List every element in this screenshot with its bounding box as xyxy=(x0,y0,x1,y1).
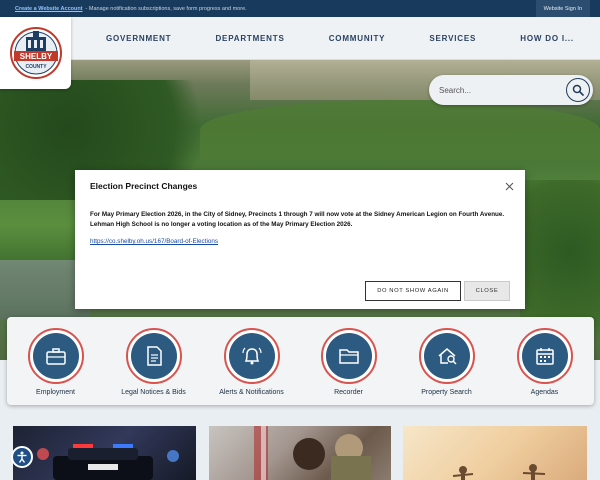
quick-link-badge xyxy=(223,328,280,384)
accessibility-button[interactable] xyxy=(11,446,33,468)
quick-link-label: Recorder xyxy=(334,389,363,396)
hero-hill xyxy=(200,100,600,160)
modal-close-button[interactable] xyxy=(503,180,515,192)
quick-link-badge xyxy=(516,328,573,384)
document-icon xyxy=(146,346,162,366)
close-icon xyxy=(505,182,513,190)
search-icon xyxy=(572,84,584,96)
house-search-icon xyxy=(438,348,457,365)
logo-text-shelby: SHELBY xyxy=(19,52,52,61)
quick-link-property-search[interactable]: Property Search xyxy=(398,317,495,405)
board-of-elections-link[interactable]: https://co.shelby.oh.us/167/Board-of-Ele… xyxy=(90,238,218,245)
create-account-link[interactable]: Create a Website Account xyxy=(15,6,83,12)
quick-link-badge xyxy=(320,328,377,384)
briefcase-icon xyxy=(45,348,66,365)
news-card-veterans[interactable] xyxy=(209,426,391,480)
bell-icon xyxy=(241,347,262,365)
nav-item-departments[interactable]: DEPARTMENTS xyxy=(215,34,284,43)
outdoor-activity-image xyxy=(452,464,546,480)
quick-link-legal-notices[interactable]: Legal Notices & Bids xyxy=(105,317,202,405)
logo-text-county: COUNTY xyxy=(25,64,47,70)
quick-link-icon-bg xyxy=(423,333,470,379)
quick-link-icon-bg xyxy=(130,333,177,379)
quick-link-agendas[interactable]: Agendas xyxy=(496,317,593,405)
police-car-image xyxy=(37,444,179,480)
search-button[interactable] xyxy=(566,78,590,102)
shelby-county-seal-icon: SHELBY COUNTY xyxy=(9,27,62,79)
accessibility-icon xyxy=(17,451,27,463)
website-sign-in-button[interactable]: Website Sign In xyxy=(535,0,590,17)
news-card-police[interactable] xyxy=(13,426,196,480)
election-alert-modal: Election Precinct Changes For May Primar… xyxy=(75,170,525,309)
nav-item-services[interactable]: SERVICES xyxy=(429,34,476,43)
news-card-outdoors[interactable] xyxy=(403,426,587,480)
folder-icon xyxy=(338,349,359,364)
nav-item-how-do-i[interactable]: HOW DO I... xyxy=(520,34,574,43)
quick-link-label: Property Search xyxy=(421,389,472,396)
main-navigation: GOVERNMENT DEPARTMENTS COMMUNITY SERVICE… xyxy=(0,17,600,60)
quick-link-badge xyxy=(418,328,475,384)
quick-links-bar: Employment Legal Notices & Bids Alerts &… xyxy=(7,317,594,405)
quick-link-icon-bg xyxy=(228,333,275,379)
quick-link-badge xyxy=(27,328,84,384)
quick-link-icon-bg xyxy=(325,333,372,379)
quick-link-label: Agendas xyxy=(530,389,559,396)
veterans-photo-image xyxy=(254,426,371,480)
nav-item-community[interactable]: COMMUNITY xyxy=(329,34,386,43)
modal-title: Election Precinct Changes xyxy=(90,181,198,191)
create-account-description: - Manage notification subscriptions, sav… xyxy=(85,5,247,12)
nav-item-government[interactable]: GOVERNMENT xyxy=(106,34,171,43)
top-utility-bar: Create a Website Account - Manage notifi… xyxy=(0,0,600,17)
quick-link-badge xyxy=(125,328,182,384)
quick-link-label: Alerts & Notifications xyxy=(219,389,284,396)
quick-link-icon-bg xyxy=(521,333,568,379)
modal-body-text: For May Primary Election 2026, in the Ci… xyxy=(90,211,505,228)
county-logo[interactable]: SHELBY COUNTY xyxy=(0,17,71,89)
quick-link-alerts[interactable]: Alerts & Notifications xyxy=(203,317,300,405)
do-not-show-again-button[interactable]: DO NOT SHOW AGAIN xyxy=(365,281,461,301)
calendar-icon xyxy=(535,348,554,365)
quick-link-label: Legal Notices & Bids xyxy=(121,389,186,396)
search-input[interactable] xyxy=(439,83,559,97)
quick-link-employment[interactable]: Employment xyxy=(7,317,104,405)
modal-close-text-button[interactable]: CLOSE xyxy=(464,281,510,301)
quick-link-label: Employment xyxy=(36,389,75,396)
quick-link-recorder[interactable]: Recorder xyxy=(300,317,397,405)
site-search xyxy=(429,75,593,105)
quick-link-icon-bg xyxy=(32,333,79,379)
